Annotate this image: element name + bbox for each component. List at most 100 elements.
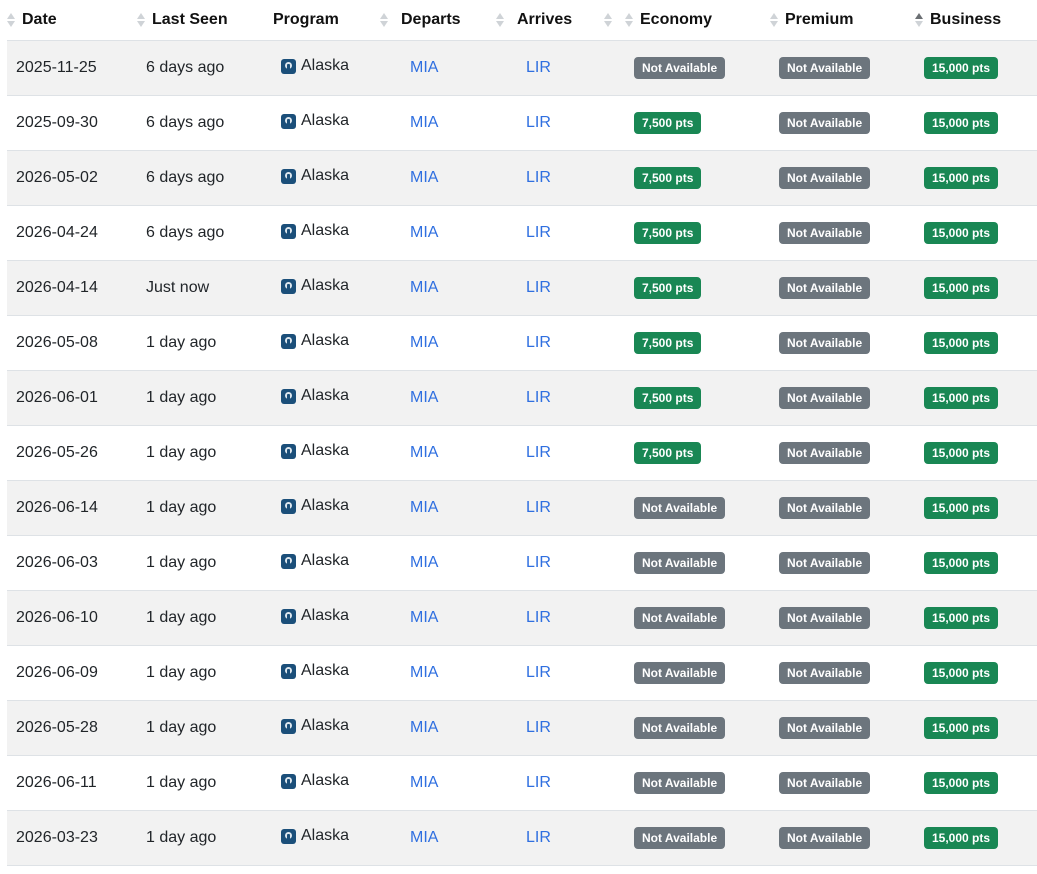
arrives-airport-link[interactable]: LIR [526,719,551,736]
arrives-airport-link[interactable]: LIR [526,169,551,186]
table-row[interactable]: 2026-04-24 6 days ago Alaska MIA LIR 7,500 pt… [7,205,1037,261]
economy-availability-badge: Not Available [634,772,726,794]
economy-availability-badge: Not Available [634,497,726,519]
arrives-cell: LIR [517,700,625,756]
arrives-airport-link[interactable]: LIR [526,499,551,516]
departs-airport-link[interactable]: MIA [410,499,438,516]
business-availability-badge[interactable]: 15,000 pts [924,827,999,849]
arrives-airport-link[interactable]: LIR [526,334,551,351]
table-row[interactable]: 2026-06-11 1 day ago Alaska MIA LIR Not Avail… [7,755,1037,811]
table-row[interactable]: 2026-06-03 1 day ago Alaska MIA LIR Not Avail… [7,535,1037,591]
table-row[interactable]: 2026-06-09 1 day ago Alaska MIA LIR Not Avail… [7,645,1037,701]
departs-airport-link[interactable]: MIA [410,719,438,736]
column-header-date[interactable]: Date [7,0,137,41]
table-row[interactable]: 2026-04-14 Just now Alaska MIA LIR 7,500 pts N… [7,260,1037,316]
table-row[interactable]: 2026-05-26 1 day ago Alaska MIA LIR 7,500 pts… [7,425,1037,481]
arrives-airport-link[interactable]: LIR [526,389,551,406]
departs-airport-link[interactable]: MIA [410,334,438,351]
business-availability-badge[interactable]: 15,000 pts [924,662,999,684]
arrives-airport-link[interactable]: LIR [526,609,551,626]
sort-arrows-icon[interactable] [496,11,505,29]
arrives-airport-link[interactable]: LIR [526,554,551,571]
economy-availability-badge[interactable]: 7,500 pts [634,387,702,409]
column-header-arrives[interactable]: Arrives [517,0,625,41]
economy-availability-badge[interactable]: 7,500 pts [634,332,702,354]
premium-availability-badge: Not Available [779,387,871,409]
business-availability-badge[interactable]: 15,000 pts [924,552,999,574]
sort-arrows-icon[interactable] [380,11,389,29]
economy-availability-badge[interactable]: 7,500 pts [634,442,702,464]
business-availability-badge[interactable]: 15,000 pts [924,607,999,629]
business-availability-badge[interactable]: 15,000 pts [924,222,999,244]
economy-availability-badge[interactable]: 7,500 pts [634,222,702,244]
departs-airport-link[interactable]: MIA [410,774,438,791]
departs-airport-link[interactable]: MIA [410,554,438,571]
business-availability-badge[interactable]: 15,000 pts [924,772,999,794]
arrives-airport-link[interactable]: LIR [526,59,551,76]
table-row[interactable]: 2026-05-08 1 day ago Alaska MIA LIR 7,500 pts… [7,315,1037,371]
table-row[interactable]: 2026-03-23 1 day ago Alaska MIA LIR Not Avail… [7,810,1037,866]
table-row[interactable]: 2026-05-02 6 days ago Alaska MIA LIR 7,500 pt… [7,150,1037,206]
economy-availability-badge[interactable]: 7,500 pts [634,112,702,134]
departs-cell: MIA [401,425,517,481]
departs-airport-link[interactable]: MIA [410,664,438,681]
economy-availability-badge[interactable]: 7,500 pts [634,167,702,189]
column-header-business[interactable]: Business [915,0,1037,41]
economy-availability-badge: Not Available [634,717,726,739]
table-row[interactable]: 2026-06-01 1 day ago Alaska MIA LIR 7,500 pts… [7,370,1037,426]
column-header-program[interactable]: Program [273,0,401,41]
arrives-airport-link[interactable]: LIR [526,279,551,296]
date-cell: 2026-06-14 [7,480,137,536]
column-header-premium[interactable]: Premium [770,0,915,41]
table-row[interactable]: 2025-11-25 6 days ago Alaska MIA LIR Not Avai… [7,40,1037,96]
sort-arrows-icon[interactable] [604,11,613,29]
departs-airport-link[interactable]: MIA [410,279,438,296]
economy-availability-badge[interactable]: 7,500 pts [634,277,702,299]
column-header-economy[interactable]: Economy [625,0,770,41]
arrives-airport-link[interactable]: LIR [526,664,551,681]
departs-airport-link[interactable]: MIA [410,444,438,461]
column-header-departs[interactable]: Departs [401,0,517,41]
arrives-airport-link[interactable]: LIR [526,224,551,241]
departs-airport-link[interactable]: MIA [410,389,438,406]
departs-airport-link[interactable]: MIA [410,829,438,846]
departs-airport-link[interactable]: MIA [410,169,438,186]
arrives-airport-link[interactable]: LIR [526,444,551,461]
table-row[interactable]: 2025-09-30 6 days ago Alaska MIA LIR 7,500 pt… [7,95,1037,151]
business-availability-badge[interactable]: 15,000 pts [924,497,999,519]
departs-airport-link[interactable]: MIA [410,224,438,241]
arrives-cell: LIR [517,95,625,151]
sort-arrows-icon[interactable] [770,11,779,29]
departs-airport-link[interactable]: MIA [410,114,438,131]
table-row[interactable]: 2026-06-10 1 day ago Alaska MIA LIR Not Avail… [7,590,1037,646]
table-row[interactable]: 2026-06-14 1 day ago Alaska MIA LIR Not Avail… [7,480,1037,536]
departs-cell: MIA [401,755,517,811]
departs-airport-link[interactable]: MIA [410,59,438,76]
business-availability-badge[interactable]: 15,000 pts [924,167,999,189]
column-header-last-seen[interactable]: Last Seen [137,0,273,41]
sort-arrows-icon[interactable] [7,11,16,29]
alaska-airlines-logo-icon [281,388,296,404]
date-cell: 2026-06-03 [7,535,137,591]
column-header-inner: Last Seen [137,0,273,40]
arrives-airport-link[interactable]: LIR [526,114,551,131]
business-availability-badge[interactable]: 15,000 pts [924,387,999,409]
arrives-airport-link[interactable]: LIR [526,829,551,846]
sort-arrows-icon[interactable] [137,11,146,29]
sort-down-arrow [604,21,612,27]
alaska-airlines-logo-icon [281,113,296,129]
economy-cell: Not Available [625,810,770,866]
business-cell: 15,000 pts [915,370,1037,426]
business-availability-badge[interactable]: 15,000 pts [924,717,999,739]
business-availability-badge[interactable]: 15,000 pts [924,277,999,299]
sort-arrows-icon[interactable] [625,11,634,29]
table-row[interactable]: 2026-05-28 1 day ago Alaska MIA LIR Not Avail… [7,700,1037,756]
column-header-label: Departs [401,11,461,28]
arrives-airport-link[interactable]: LIR [526,774,551,791]
sort-arrows-icon[interactable] [915,11,924,29]
business-availability-badge[interactable]: 15,000 pts [924,57,999,79]
business-availability-badge[interactable]: 15,000 pts [924,442,999,464]
departs-airport-link[interactable]: MIA [410,609,438,626]
business-availability-badge[interactable]: 15,000 pts [924,332,999,354]
business-availability-badge[interactable]: 15,000 pts [924,112,999,134]
